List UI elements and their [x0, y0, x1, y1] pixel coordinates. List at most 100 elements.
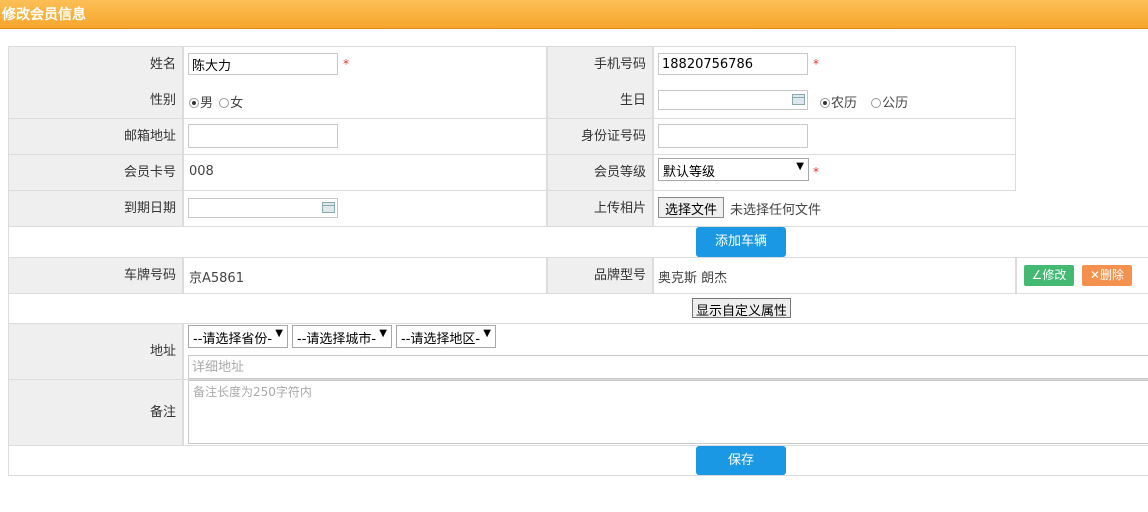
row-expire-photo: 到期日期 上传相片 选择文件 未选择任何文件	[8, 191, 1148, 227]
delete-vehicle-button[interactable]: ✕删除	[1082, 265, 1132, 286]
photo-label: 上传相片	[593, 201, 646, 216]
name-label-cell: 姓名	[8, 47, 183, 83]
level-select-value: 默认等级	[663, 165, 716, 180]
row-address: 地址 --请选择省份- ▼ --请选择城市- ▼ --请选择地区- ▼	[8, 324, 1148, 380]
expire-label-cell: 到期日期	[8, 191, 183, 226]
city-select-value: --请选择城市-	[297, 332, 377, 347]
name-label: 姓名	[149, 57, 176, 72]
expire-field	[188, 198, 338, 218]
show-custom-attrs-button[interactable]: 显示自定义属性	[692, 298, 792, 319]
phone-value-cell: *	[653, 47, 1016, 83]
id-card-value-cell	[653, 119, 1016, 154]
card-no-value: 008	[189, 164, 214, 179]
gender-label: 性别	[149, 93, 176, 108]
phone-required-mark: *	[813, 57, 819, 71]
brand-value-cell: 奥克斯 朗杰	[653, 258, 1016, 293]
district-select-value: --请选择地区-	[401, 332, 481, 347]
expire-value-cell	[183, 191, 547, 226]
row-vehicle: 车牌号码 京A5861 品牌型号 奥克斯 朗杰 ∠修改 ✕删除	[8, 258, 1148, 294]
phone-label: 手机号码	[593, 57, 646, 72]
gender-radio-group: 男 女	[189, 92, 243, 111]
level-label: 会员等级	[593, 165, 646, 180]
row-card-level: 会员卡号 008 会员等级 默认等级 ▼ *	[8, 155, 1016, 191]
lunar-radio[interactable]	[820, 98, 830, 108]
birthday-input[interactable]	[658, 90, 808, 110]
row-add-vehicle: 添加车辆	[8, 227, 1148, 258]
row-save: 保存	[8, 446, 1148, 476]
expire-label: 到期日期	[123, 201, 176, 216]
page-title: 修改会员信息	[2, 7, 86, 23]
level-value-cell: 默认等级 ▼ *	[653, 155, 1016, 190]
plate-label: 车牌号码	[123, 268, 176, 283]
address-detail-input[interactable]	[188, 355, 1148, 379]
expire-input[interactable]	[188, 198, 338, 218]
id-card-input[interactable]	[658, 124, 808, 148]
remark-textarea[interactable]	[188, 380, 1148, 444]
brand-value: 奥克斯 朗杰	[658, 271, 728, 286]
choose-file-button[interactable]: 选择文件	[658, 197, 725, 218]
chevron-down-icon: ▼	[275, 328, 283, 339]
birthday-label: 生日	[619, 93, 646, 108]
save-button[interactable]: 保存	[696, 446, 786, 475]
level-select[interactable]: 默认等级 ▼	[658, 158, 809, 181]
row-remark: 备注	[8, 380, 1148, 446]
address-label: 地址	[149, 344, 176, 359]
gender-female-label: 女	[230, 96, 244, 111]
solar-radio[interactable]	[871, 98, 882, 108]
solar-label: 公历	[882, 96, 909, 111]
city-select[interactable]: --请选择城市- ▼	[292, 325, 392, 348]
edit-icon: ∠	[1031, 268, 1043, 282]
gender-male-label: 男	[200, 96, 214, 111]
level-required-mark: *	[813, 165, 819, 179]
level-label-cell: 会员等级	[547, 155, 653, 190]
email-label: 邮箱地址	[123, 129, 176, 144]
remark-value-cell	[183, 380, 1148, 445]
birthday-label-cell: 生日	[547, 83, 653, 118]
remark-label-cell: 备注	[8, 380, 183, 445]
gender-label-cell: 性别	[8, 83, 183, 118]
plate-value-cell: 京A5861	[183, 258, 547, 293]
district-select[interactable]: --请选择地区- ▼	[396, 325, 496, 348]
photo-value-cell: 选择文件 未选择任何文件	[653, 191, 1148, 226]
gender-value-cell: 男 女	[183, 83, 547, 118]
vehicle-actions-cell: ∠修改 ✕删除	[1016, 258, 1148, 293]
address-label-cell: 地址	[8, 324, 183, 379]
card-no-value-cell: 008	[183, 155, 547, 190]
province-select-value: --请选择省份-	[193, 332, 273, 347]
chevron-down-icon: ▼	[379, 328, 387, 339]
row-custom-attrs: 显示自定义属性	[8, 294, 1148, 324]
row-gender-birthday: 性别 男 女 生日 农历 公历	[8, 83, 1016, 119]
name-input[interactable]	[188, 53, 338, 75]
edit-vehicle-button[interactable]: ∠修改	[1024, 265, 1074, 286]
close-icon: ✕	[1089, 268, 1101, 282]
calendar-icon[interactable]	[792, 94, 805, 105]
email-value-cell	[183, 119, 547, 154]
name-value-cell: *	[183, 47, 547, 83]
chevron-down-icon: ▼	[796, 161, 804, 172]
card-no-label-cell: 会员卡号	[8, 155, 183, 190]
title-bar: 修改会员信息	[0, 0, 1148, 29]
birthday-value-cell: 农历 公历	[653, 83, 1016, 118]
calendar-type-radio-group: 农历 公历	[820, 92, 908, 111]
id-card-label: 身份证号码	[580, 129, 646, 144]
delete-vehicle-label: 删除	[1100, 268, 1125, 282]
lunar-label: 农历	[831, 96, 858, 111]
province-select[interactable]: --请选择省份- ▼	[188, 325, 288, 348]
brand-label: 品牌型号	[593, 268, 646, 283]
email-input[interactable]	[188, 124, 338, 148]
card-no-label: 会员卡号	[123, 165, 176, 180]
phone-label-cell: 手机号码	[547, 47, 653, 83]
remark-label: 备注	[149, 405, 176, 420]
name-required-mark: *	[343, 57, 349, 71]
phone-input[interactable]	[658, 53, 808, 75]
plate-label-cell: 车牌号码	[8, 258, 183, 293]
gender-female-radio[interactable]	[219, 98, 230, 108]
calendar-icon[interactable]	[322, 202, 335, 213]
gender-male-radio[interactable]	[189, 98, 199, 108]
row-email-id: 邮箱地址 身份证号码	[8, 119, 1016, 155]
email-label-cell: 邮箱地址	[8, 119, 183, 154]
add-vehicle-button[interactable]: 添加车辆	[696, 227, 786, 257]
edit-vehicle-label: 修改	[1042, 268, 1067, 282]
chevron-down-icon: ▼	[483, 328, 491, 339]
file-status-text: 未选择任何文件	[730, 203, 822, 218]
